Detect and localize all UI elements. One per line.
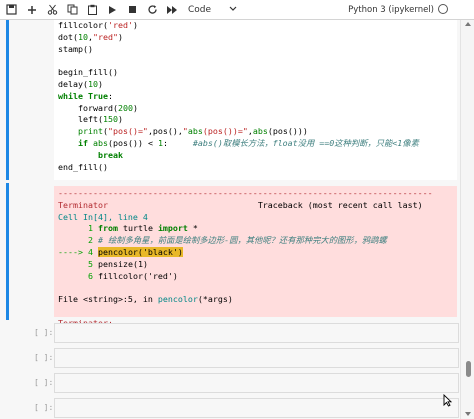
tb-line6: fillcolor('red') [97,270,178,281]
code-cell-source[interactable]: fillcolor('red') dot(10,"red") stamp() beg… [58,20,419,197]
chevron-down-icon [229,5,237,15]
vertical-scrollbar[interactable] [460,20,474,419]
code-line: stamp() [58,43,93,54]
fast-forward-icon[interactable] [162,0,182,19]
scrollbar-thumb[interactable] [466,361,471,377]
cell-type-dropdown[interactable]: Code [188,5,248,15]
run-icon[interactable] [102,0,122,19]
tb-line5-num: 5 [87,258,93,269]
empty-code-cell[interactable] [54,348,459,368]
file-line-func: pencolor [157,294,198,305]
kernel-status-icon [438,4,448,14]
cell-type-label: Code [188,4,212,15]
tb-line5: pensize(1) [97,258,148,269]
traceback-label: Traceback (most recent call last) [257,199,423,210]
code-line: while True: [58,90,113,101]
empty-code-cell[interactable] [54,398,459,418]
stop-icon[interactable] [122,0,142,19]
output-cell-indicator [6,183,9,320]
empty-code-cell[interactable] [54,323,459,343]
code-line: break [97,149,123,160]
code-line: fillcolor('red') [58,20,138,30]
scroll-up-arrow-icon[interactable] [465,22,471,26]
cell-prompt: [ ]: [34,403,54,412]
tb-line2-num: 2 [87,235,93,246]
copy-icon[interactable] [62,0,82,19]
code-line: dot(10,"red") [58,31,123,42]
empty-code-cell[interactable] [54,373,459,393]
code-line: if abs(pos()) < 1: #abs()取模长方法，float没用 =… [77,137,419,148]
tb-line1-num: 1 [87,223,93,234]
add-cell-icon[interactable] [22,0,42,19]
kernel-name[interactable]: Python 3 (ipykernel) [348,0,434,19]
tb-line6-num: 6 [87,270,93,281]
save-icon[interactable] [0,0,22,19]
restart-icon[interactable] [142,0,162,19]
code-line: delay(10) [58,78,103,89]
cell-prompt: [ ]: [34,328,54,337]
error-name: Terminator [58,199,108,210]
error-separator: ----------------------------------------… [58,188,433,198]
error-output-text: ----------------------------------------… [58,188,433,330]
code-line: begin_fill() [58,67,118,78]
tb-line1: from turtle import * [97,223,198,234]
cell-prompt: [ ]: [34,378,54,387]
active-cell-indicator [6,20,9,180]
code-line: print("pos()=",pos(),"abs(pos())=",abs(p… [77,126,308,137]
cell-ref: Cell In[4], line 4 [58,211,148,222]
tb-error-line: pencolor('black') [97,246,183,257]
file-line-prefix: File <string>:5, in [58,294,158,305]
cell-prompt: [ ]: [34,353,54,362]
scroll-down-arrow-icon[interactable] [465,412,471,416]
code-line: end_fill() [58,161,108,172]
tb-arrow: ----> 4 [58,246,93,257]
code-line: left(150) [58,114,123,125]
paste-icon[interactable] [82,0,102,19]
mouse-cursor-icon [443,393,453,410]
tb-line2: # 绘制多角星，前面是绘制多边形-圆，其他呢？还有那种完大的图形，鸦鹉螺 [97,235,387,246]
cut-icon[interactable] [42,0,62,19]
code-line: forward(200) [58,102,138,113]
file-line-suffix: (*args) [197,294,233,305]
